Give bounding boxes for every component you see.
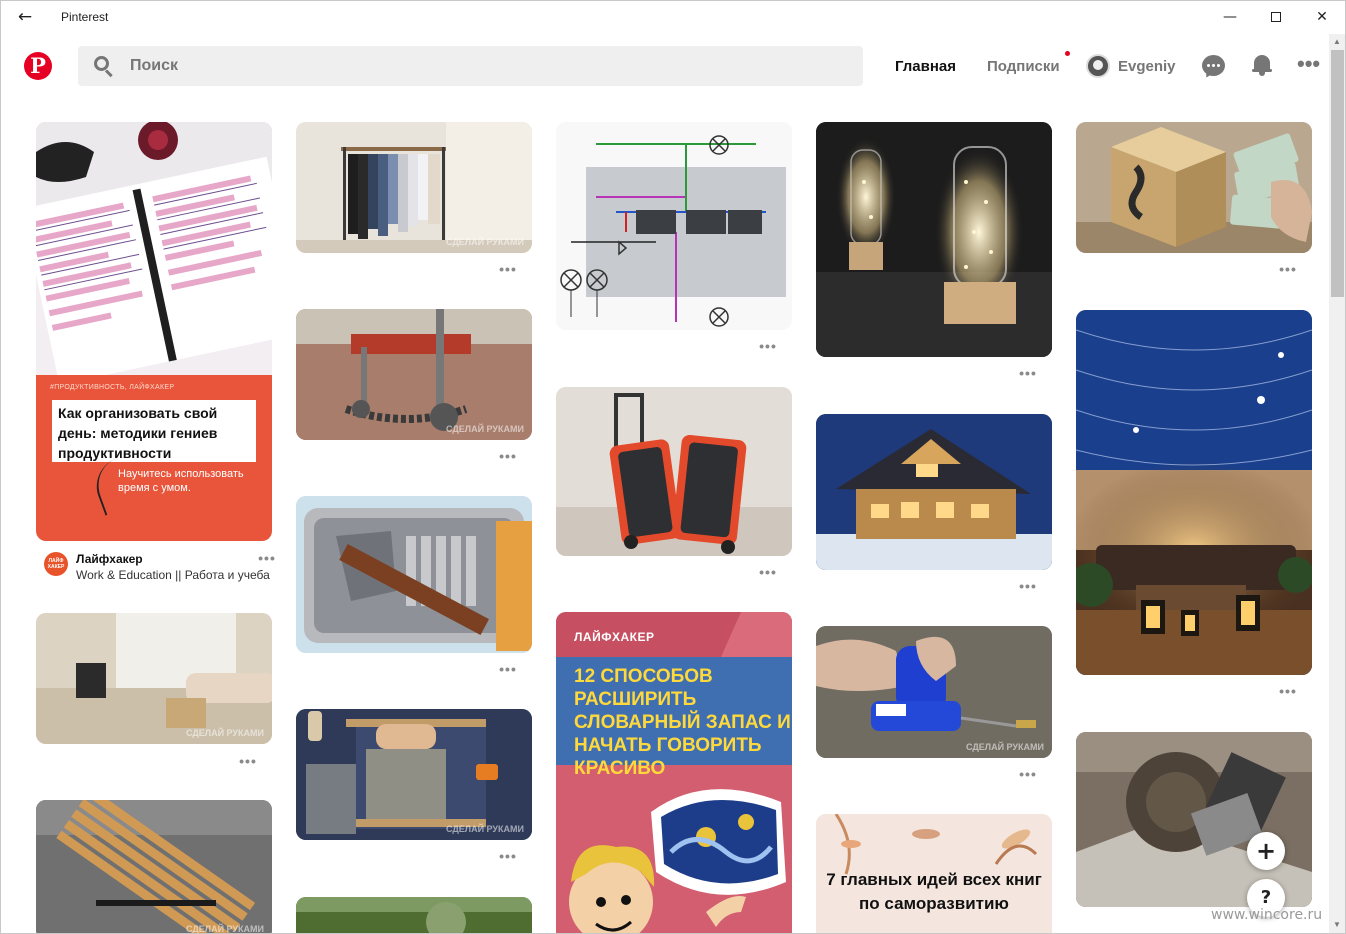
pin-card[interactable] [816, 122, 1052, 357]
search-bar[interactable] [78, 46, 863, 86]
notification-dot [1065, 51, 1070, 56]
nav-subscriptions-link[interactable]: Подписки [987, 58, 1060, 75]
pin-card[interactable] [296, 897, 532, 933]
pin-image [816, 626, 1052, 758]
pin-card[interactable]: СДЕЛАЙ РУКАМИ [296, 122, 532, 253]
pin-feed: #продуктивность, лайфхакер Как организов… [1, 102, 1329, 934]
pin-more-icon[interactable]: ••• [257, 551, 277, 565]
pin-image [296, 897, 532, 933]
pin-image [36, 613, 272, 744]
pin-image [296, 309, 532, 440]
pin-more-icon[interactable]: ••• [758, 339, 778, 353]
search-icon [94, 56, 114, 78]
scroll-down-icon[interactable]: ▼ [1333, 920, 1341, 929]
pin-watermark: СДЕЛАЙ РУКАМИ [445, 237, 524, 247]
pin-card[interactable]: СДЕЛАЙ РУКАМИ [296, 309, 532, 440]
app-window: ← Pinterest — ✕ P Главная Подписки Evgen… [0, 0, 1346, 934]
author-name[interactable]: Лайфхакер [76, 552, 143, 566]
pin-image [1076, 732, 1312, 907]
scroll-thumb[interactable] [1331, 50, 1344, 297]
add-pin-button[interactable]: + [1247, 832, 1285, 870]
pin-card[interactable]: СДЕЛАЙ РУКАМИ [816, 626, 1052, 758]
pin-card[interactable]: ЛАЙФХАКЕР 12 способов расширить словарны… [556, 612, 792, 933]
pin-more-icon[interactable]: ••• [238, 754, 258, 768]
pin-watermark: СДЕЛАЙ РУКАМИ [445, 824, 524, 834]
scroll-up-icon[interactable]: ▲ [1333, 37, 1341, 46]
pin-headline: 7 главных идей всех книг по саморазвитию [826, 870, 1042, 913]
pin-more-icon[interactable]: ••• [1018, 767, 1038, 781]
notifications-bell-icon[interactable] [1252, 54, 1272, 76]
pin-image [296, 496, 532, 653]
pin-more-icon[interactable]: ••• [1018, 366, 1038, 380]
minimize-button[interactable]: — [1207, 1, 1253, 33]
pin-subtitle: Научитесь использовать время с умом. [118, 468, 244, 494]
pin-watermark: СДЕЛАЙ РУКАМИ [185, 728, 264, 738]
pin-image [1076, 310, 1312, 675]
pin-card[interactable] [1076, 310, 1312, 675]
site-watermark: www.wincore.ru [1211, 907, 1323, 923]
pin-more-icon[interactable]: ••• [1018, 579, 1038, 593]
maximize-icon [1271, 12, 1281, 22]
pin-card[interactable] [816, 414, 1052, 570]
pin-image [36, 800, 272, 933]
user-avatar[interactable] [1086, 54, 1110, 78]
pin-headline: Как организовать свой день: методики ген… [58, 405, 218, 461]
title-bar: ← Pinterest — ✕ [1, 1, 1345, 34]
pin-card[interactable]: #продуктивность, лайфхакер Как организов… [36, 122, 272, 541]
maximize-button[interactable] [1253, 1, 1299, 33]
pin-more-icon[interactable]: ••• [498, 662, 518, 676]
more-options-icon[interactable]: ••• [1297, 53, 1320, 75]
pin-card[interactable] [296, 496, 532, 653]
vertical-scrollbar[interactable]: ▲ ▼ [1329, 34, 1345, 933]
pin-card[interactable]: 7 главных идей всех книг по саморазвитию [816, 814, 1052, 933]
window-title: Pinterest [61, 10, 109, 24]
pin-watermark: СДЕЛАЙ РУКАМИ [445, 424, 524, 434]
pin-more-icon[interactable]: ••• [758, 565, 778, 579]
pin-image [1076, 122, 1312, 253]
search-input[interactable] [130, 46, 830, 86]
pin-more-icon[interactable]: ••• [498, 849, 518, 863]
pin-more-icon[interactable]: ••• [1278, 262, 1298, 276]
pin-card[interactable] [1076, 122, 1312, 253]
pin-card[interactable] [1076, 732, 1312, 907]
pin-brand: ЛАЙФХАКЕР [574, 630, 655, 644]
pin-card[interactable] [556, 122, 792, 330]
pin-card[interactable]: СДЕЛАЙ РУКАМИ [36, 800, 272, 934]
messages-icon[interactable] [1202, 55, 1225, 76]
pin-more-icon[interactable]: ••• [498, 449, 518, 463]
pin-watermark: СДЕЛАЙ РУКАМИ [965, 742, 1044, 752]
pin-watermark: СДЕЛАЙ РУКАМИ [185, 924, 264, 934]
pin-card[interactable]: СДЕЛАЙ РУКАМИ [296, 709, 532, 840]
pin-image [296, 122, 532, 253]
author-avatar[interactable]: ЛАЙФ ХАКЕР [44, 552, 68, 576]
pin-image [816, 414, 1052, 570]
board-name[interactable]: Work & Education || Работа и учеба [76, 568, 270, 582]
nav-profile-link[interactable]: Evgeniy [1118, 58, 1176, 75]
pin-headline-box: Как организовать свой день: методики ген… [52, 400, 256, 462]
pin-image [36, 122, 272, 375]
pin-image [296, 709, 532, 840]
pin-image [556, 122, 792, 330]
pin-image [816, 122, 1052, 357]
pin-image [556, 387, 792, 556]
app-header: P Главная Подписки Evgeniy ••• [1, 34, 1329, 102]
close-button[interactable]: ✕ [1299, 1, 1345, 33]
back-arrow-icon[interactable]: ← [13, 7, 37, 27]
pinterest-logo-icon[interactable]: P [24, 52, 52, 80]
pin-tag: #продуктивность, лайфхакер [50, 384, 175, 391]
pin-more-icon[interactable]: ••• [1278, 684, 1298, 698]
pin-card[interactable] [556, 387, 792, 556]
pin-headline: 12 способов расширить словарный запас и … [574, 666, 791, 779]
pin-more-icon[interactable]: ••• [498, 262, 518, 276]
nav-home-link[interactable]: Главная [895, 58, 956, 75]
pin-card[interactable]: СДЕЛАЙ РУКАМИ [36, 613, 272, 744]
